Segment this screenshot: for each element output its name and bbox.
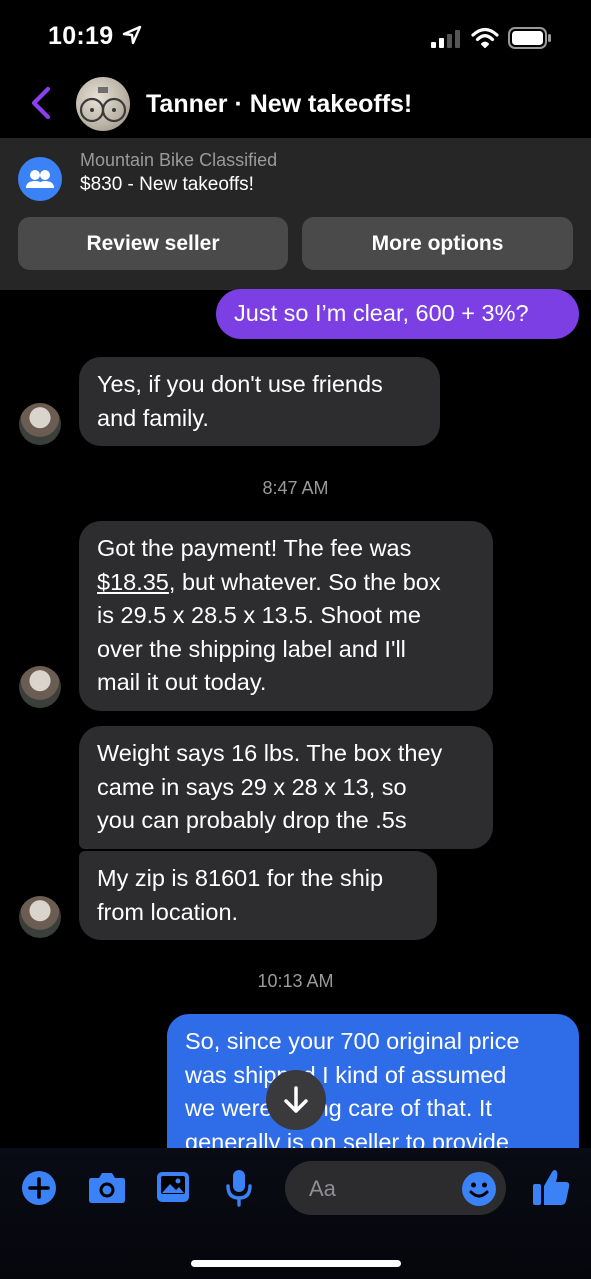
timestamp: 8:47 AM <box>262 478 329 498</box>
outgoing-message[interactable]: So, since your 700 original price was sh… <box>167 1014 579 1148</box>
camera-icon[interactable] <box>87 1169 127 1205</box>
home-indicator <box>191 1260 401 1267</box>
emoji-icon[interactable] <box>461 1171 497 1207</box>
conversation-avatar[interactable] <box>76 77 130 131</box>
marketplace-group-name[interactable]: Mountain Bike Classified <box>80 150 277 171</box>
back-chevron-icon[interactable] <box>26 86 56 120</box>
plus-icon[interactable] <box>21 1170 57 1206</box>
signal-icon <box>431 30 460 48</box>
scroll-to-bottom-button[interactable] <box>266 1070 326 1130</box>
sender-avatar[interactable] <box>19 403 61 445</box>
status-time: 10:19 <box>48 22 143 51</box>
incoming-message[interactable]: Weight says 16 lbs. The box they came in… <box>79 726 493 849</box>
arrow-down-icon <box>284 1086 308 1113</box>
review-seller-button[interactable]: Review seller <box>18 217 288 270</box>
thumbs-up-icon[interactable] <box>530 1166 572 1208</box>
sender-avatar[interactable] <box>19 666 61 708</box>
incoming-message[interactable]: Got the payment! The fee was $18.35, but… <box>79 521 493 711</box>
battery-icon <box>508 27 551 49</box>
price-link[interactable]: $18.35 <box>97 569 169 595</box>
incoming-message[interactable]: Yes, if you don't use friends and family… <box>79 357 440 446</box>
outgoing-message[interactable]: Just so I’m clear, 600 + 3%? <box>216 289 579 339</box>
wifi-icon <box>471 27 499 48</box>
timestamp: 10:13 AM <box>257 971 334 991</box>
incoming-message[interactable]: My zip is 81601 for the ship from locati… <box>79 851 437 940</box>
location-arrow-icon <box>122 25 141 45</box>
gallery-icon[interactable] <box>155 1170 191 1204</box>
listing-title[interactable]: $830 - New takeoffs! <box>80 174 254 196</box>
more-options-button[interactable]: More options <box>302 217 573 270</box>
sender-avatar[interactable] <box>19 896 61 938</box>
conversation-title[interactable]: Tanner · New takeoffs! <box>146 90 412 119</box>
microphone-icon[interactable] <box>224 1168 254 1208</box>
message-input-placeholder: Aa <box>309 1176 336 1201</box>
group-icon <box>18 157 62 201</box>
